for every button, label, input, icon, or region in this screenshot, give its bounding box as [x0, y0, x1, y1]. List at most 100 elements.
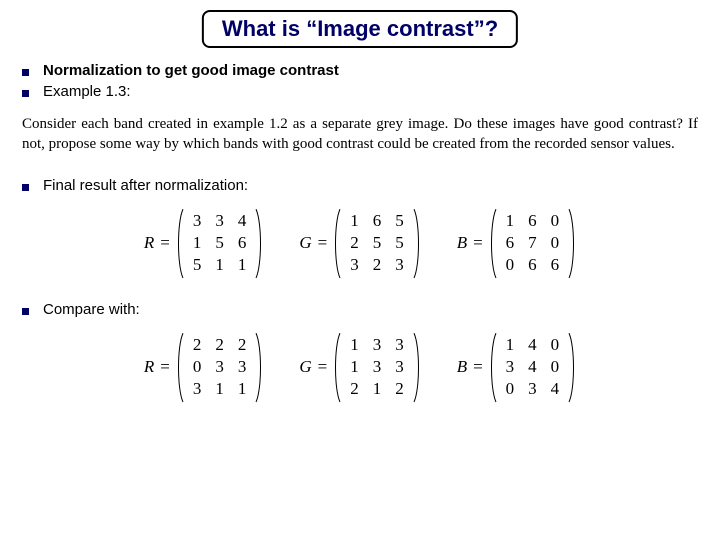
- matrix-cell: 1: [186, 232, 209, 254]
- matrix-cell: 0: [499, 254, 522, 276]
- matrix-label: R: [144, 357, 154, 377]
- matrix-cell: 3: [499, 356, 522, 378]
- bullet-normalization: Normalization to get good image contrast: [22, 62, 698, 79]
- paren-right-icon: [255, 208, 263, 279]
- title-box: What is “Image contrast”?: [202, 10, 518, 48]
- matrix-cell: 5: [388, 210, 411, 232]
- matrix-cell: 3: [366, 356, 389, 378]
- paren-right-icon: [413, 208, 421, 279]
- matrix-cell: 2: [231, 334, 254, 356]
- matrix-cell: 6: [499, 232, 522, 254]
- matrix-cell: 1: [343, 210, 366, 232]
- equals-sign: =: [473, 357, 483, 377]
- matrix-grid: 334 156 511: [186, 210, 254, 277]
- matrix-cell: 5: [208, 232, 231, 254]
- matrix-cell: 0: [544, 356, 567, 378]
- matrix-cell: 5: [366, 232, 389, 254]
- paren-left-icon: [489, 208, 497, 279]
- paren-left-icon: [489, 332, 497, 403]
- paren-right-icon: [255, 332, 263, 403]
- matrices-before-row: R = 222 033 311 G =: [22, 332, 698, 403]
- matrix-cell: 0: [499, 378, 522, 400]
- bullet-compare: Compare with:: [22, 301, 698, 318]
- matrix-R-after: R = 334 156 511: [144, 208, 263, 279]
- matrix-cell: 6: [366, 210, 389, 232]
- matrix-B-after: B = 160 670 066: [457, 208, 576, 279]
- bullet-icon: [22, 90, 29, 97]
- matrix-cell: 2: [343, 232, 366, 254]
- matrix-label: R: [144, 233, 154, 253]
- paren-left-icon: [333, 332, 341, 403]
- bullet-text: Compare with:: [43, 301, 140, 318]
- matrix-cell: 6: [231, 232, 254, 254]
- matrix-G-before: G = 133 133 212: [299, 332, 420, 403]
- equals-sign: =: [160, 233, 170, 253]
- matrix-cell: 1: [499, 334, 522, 356]
- matrix-G-after: G = 165 255 323: [299, 208, 420, 279]
- matrix-cell: 1: [343, 356, 366, 378]
- matrix-cell: 6: [521, 210, 544, 232]
- matrix-grid: 140 340 034: [499, 334, 567, 401]
- equals-sign: =: [318, 233, 328, 253]
- matrix-grid: 133 133 212: [343, 334, 411, 401]
- matrix-cell: 4: [521, 334, 544, 356]
- bullet-text: Example 1.3:: [43, 83, 131, 100]
- matrix-cell: 0: [544, 232, 567, 254]
- matrix-cell: 3: [186, 210, 209, 232]
- equals-sign: =: [473, 233, 483, 253]
- matrix-cell: 0: [544, 334, 567, 356]
- paren-left-icon: [333, 208, 341, 279]
- matrix-cell: 1: [499, 210, 522, 232]
- matrix-cell: 2: [208, 334, 231, 356]
- matrix-cell: 3: [388, 334, 411, 356]
- bullet-icon: [22, 184, 29, 191]
- matrix-cell: 3: [186, 378, 209, 400]
- matrix-cell: 1: [231, 378, 254, 400]
- equals-sign: =: [160, 357, 170, 377]
- matrix-R-before: R = 222 033 311: [144, 332, 263, 403]
- paren-left-icon: [176, 208, 184, 279]
- matrix-cell: 3: [366, 334, 389, 356]
- matrix-label: B: [457, 233, 467, 253]
- matrix-parens: 222 033 311: [176, 332, 264, 403]
- matrix-cell: 3: [521, 378, 544, 400]
- paren-left-icon: [176, 332, 184, 403]
- matrix-label: B: [457, 357, 467, 377]
- slide-title: What is “Image contrast”?: [222, 16, 498, 41]
- matrix-grid: 160 670 066: [499, 210, 567, 277]
- matrix-cell: 2: [388, 378, 411, 400]
- matrix-cell: 5: [388, 232, 411, 254]
- matrix-grid: 222 033 311: [186, 334, 254, 401]
- matrix-cell: 3: [388, 254, 411, 276]
- matrix-cell: 4: [231, 210, 254, 232]
- matrix-cell: 5: [186, 254, 209, 276]
- matrix-cell: 7: [521, 232, 544, 254]
- matrix-cell: 1: [208, 378, 231, 400]
- bullet-icon: [22, 69, 29, 76]
- matrix-B-before: B = 140 340 034: [457, 332, 576, 403]
- paren-right-icon: [413, 332, 421, 403]
- matrix-cell: 0: [186, 356, 209, 378]
- matrix-cell: 1: [231, 254, 254, 276]
- matrix-cell: 1: [343, 334, 366, 356]
- bullet-text: Final result after normalization:: [43, 177, 248, 194]
- paren-right-icon: [568, 208, 576, 279]
- matrix-label: G: [299, 233, 311, 253]
- matrix-parens: 165 255 323: [333, 208, 421, 279]
- matrix-parens: 160 670 066: [489, 208, 577, 279]
- matrix-label: G: [299, 357, 311, 377]
- matrices-after-row: R = 334 156 511 G =: [22, 208, 698, 279]
- bullet-final-result: Final result after normalization:: [22, 177, 698, 194]
- matrix-cell: 3: [208, 356, 231, 378]
- matrix-parens: 133 133 212: [333, 332, 421, 403]
- bullet-icon: [22, 308, 29, 315]
- matrix-cell: 3: [208, 210, 231, 232]
- matrix-cell: 6: [544, 254, 567, 276]
- slide: What is “Image contrast”? Normalization …: [0, 0, 720, 540]
- matrix-cell: 2: [366, 254, 389, 276]
- equals-sign: =: [318, 357, 328, 377]
- matrix-cell: 3: [231, 356, 254, 378]
- matrix-parens: 140 340 034: [489, 332, 577, 403]
- bullet-text: Normalization to get good image contrast: [43, 62, 339, 79]
- matrix-cell: 2: [186, 334, 209, 356]
